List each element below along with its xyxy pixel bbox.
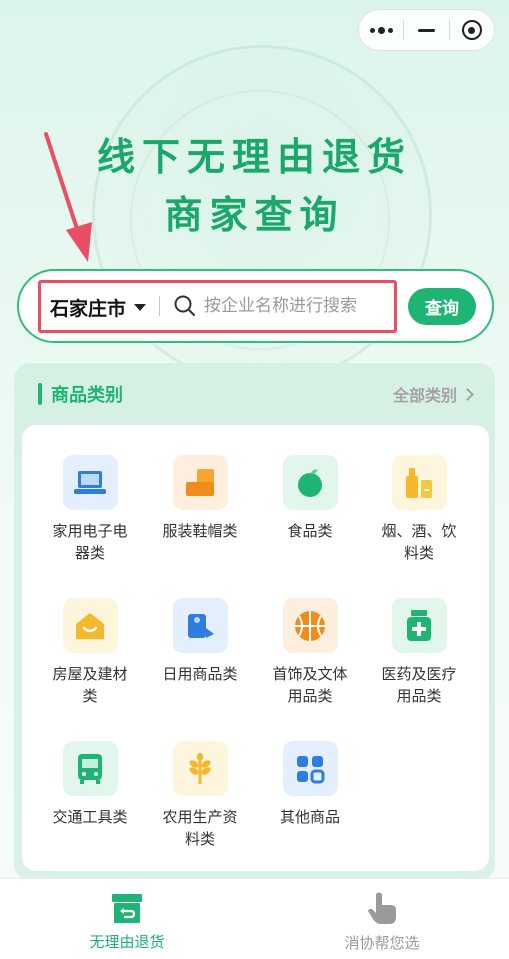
category-label: 家用电子电器类 xyxy=(52,522,128,562)
hand-pointer-icon xyxy=(368,892,396,924)
search-input[interactable] xyxy=(204,291,384,321)
bus-icon xyxy=(62,741,118,796)
category-item-electronics[interactable]: 家用电子电器类 xyxy=(35,455,145,564)
more-dots-icon xyxy=(369,26,393,34)
basketball-icon xyxy=(282,598,338,653)
category-label: 烟、酒、饮料类 xyxy=(381,522,457,562)
city-label: 石家庄市 xyxy=(50,298,127,320)
category-label: 首饰及文体用品类 xyxy=(272,665,348,705)
caret-down-icon xyxy=(134,304,147,311)
search-divider xyxy=(159,296,160,316)
wheat-icon xyxy=(172,741,228,796)
category-item-clothing[interactable]: 服装鞋帽类 xyxy=(145,455,255,542)
search-icon xyxy=(174,295,195,316)
all-categories-link[interactable]: 全部类别 xyxy=(392,382,474,406)
category-label: 服装鞋帽类 xyxy=(162,522,238,540)
return-box-icon xyxy=(112,894,142,923)
tab-label: 消协帮您选 xyxy=(344,934,420,952)
category-title-bar xyxy=(38,383,42,405)
bottom-tab-bar: 无理由退货 消协帮您选 xyxy=(0,878,509,959)
category-title: 商品类别 xyxy=(51,385,123,406)
house-icon xyxy=(62,598,118,653)
category-label: 农用生产资料类 xyxy=(162,808,238,848)
bottle-icon xyxy=(391,455,447,510)
category-item-vehicles[interactable]: 交通工具类 xyxy=(35,741,145,828)
more-button[interactable] xyxy=(359,10,403,50)
tab-label: 无理由退货 xyxy=(89,933,165,951)
boot-icon xyxy=(172,455,228,510)
chevron-right-icon xyxy=(461,387,474,401)
category-label: 食品类 xyxy=(287,522,333,540)
category-label: 医药及医疗用品类 xyxy=(381,665,457,705)
query-button[interactable]: 查询 xyxy=(408,288,476,325)
category-label: 房屋及建材类 xyxy=(52,665,128,705)
category-item-agriculture[interactable]: 农用生产资料类 xyxy=(145,741,255,850)
apple-icon xyxy=(282,455,338,510)
category-label: 交通工具类 xyxy=(52,808,128,826)
tab-consumer-recommend[interactable]: 消协帮您选 xyxy=(255,879,509,959)
annotation-arrow-icon xyxy=(44,132,92,262)
minimize-button[interactable] xyxy=(404,10,448,50)
apps-icon xyxy=(282,741,338,796)
category-item-daily[interactable]: 日用商品类 xyxy=(145,598,255,685)
category-item-housing[interactable]: 房屋及建材类 xyxy=(35,598,145,707)
category-label: 日用商品类 xyxy=(162,665,238,683)
category-item-other[interactable]: 其他商品 xyxy=(255,741,365,828)
tissue-roll-icon xyxy=(172,598,228,653)
category-item-medicine[interactable]: 医药及医疗用品类 xyxy=(364,598,474,707)
medicine-icon xyxy=(391,598,447,653)
target-icon xyxy=(461,20,482,40)
all-categories-label: 全部类别 xyxy=(392,386,457,405)
category-label: 其他商品 xyxy=(279,808,340,826)
tab-no-reason-return[interactable]: 无理由退货 xyxy=(0,879,254,959)
mini-program-capsule xyxy=(358,9,495,51)
city-selector[interactable]: 石家庄市 xyxy=(50,294,147,321)
category-item-tobacco-drinks[interactable]: 烟、酒、饮料类 xyxy=(364,455,474,564)
category-item-food[interactable]: 食品类 xyxy=(255,455,365,542)
minus-icon xyxy=(417,28,435,32)
category-item-jewelry-sports[interactable]: 首饰及文体用品类 xyxy=(255,598,365,707)
close-button[interactable] xyxy=(450,10,494,50)
laptop-icon xyxy=(62,455,118,510)
